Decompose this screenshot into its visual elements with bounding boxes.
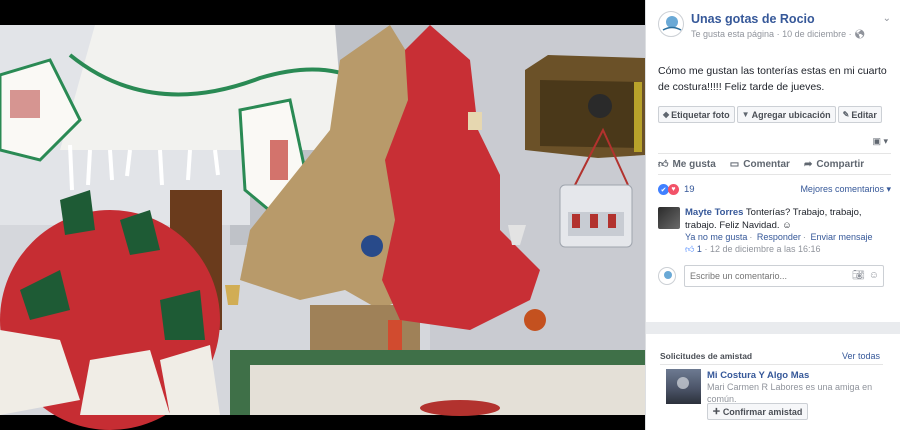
post-meta: Te gusta esta página · 10 de diciembre ·…	[691, 29, 866, 39]
post-header: Unas gotas de Rocio Te gusta esta página…	[658, 11, 893, 47]
send-message-link[interactable]: Enviar mensaje	[810, 232, 872, 242]
tag-photo-label: Etiquetar foto	[671, 109, 730, 120]
comment-links: Ya no me gusta · Responder · Enviar mensaj…	[685, 232, 873, 242]
photo-viewer: Unas gotas de Rocio Te gusta esta página…	[0, 0, 900, 430]
comment-sort-dropdown[interactable]: Mejores comentarios ▾	[800, 184, 891, 195]
reply-composer: 📷︎ ☺	[658, 265, 891, 289]
comment-body: Mayte Torres Tonterías? Trabajo, trabajo…	[685, 207, 890, 232]
comment-sort-label: Mejores comentarios	[800, 184, 884, 194]
page-mini-avatar: ▣	[872, 136, 881, 146]
comment-button[interactable]: ▭ Comentar	[730, 159, 790, 170]
caret-down-icon: ▾	[883, 136, 888, 146]
like-button[interactable]: 👍︎ Me gusta	[658, 158, 716, 171]
section-divider	[646, 322, 900, 334]
composer-icons: 📷︎ ☺	[852, 270, 879, 281]
composer-avatar	[658, 267, 676, 285]
tag-icon: ◆	[663, 110, 670, 119]
comment-timestamp[interactable]: 12 de diciembre a las 16:16	[710, 244, 821, 254]
confirm-friend-button[interactable]: ➕︎ Confirmar amistad	[707, 403, 809, 420]
reaction-count[interactable]: 19	[684, 184, 695, 195]
see-all-link[interactable]: Ver todas	[842, 351, 880, 361]
camera-icon[interactable]: 📷︎	[852, 270, 865, 281]
share-icon: ➦	[803, 158, 813, 170]
smile-icon: ☺	[782, 219, 792, 231]
christmas-decorations-image	[0, 0, 645, 430]
comment-like-icon: 👍︎	[685, 244, 695, 254]
post-sidebar: Unas gotas de Rocio Te gusta esta página…	[645, 0, 900, 430]
post-text: Cómo me gustan las tonterías estas en mi…	[658, 65, 887, 93]
comment-author[interactable]: Mayte Torres	[685, 207, 743, 218]
add-location-button[interactable]: ▼ Agregar ubicación	[736, 106, 836, 123]
share-button[interactable]: ➦ Compartir	[804, 159, 864, 170]
post-date[interactable]: 10 de diciembre	[782, 29, 846, 39]
edit-label: Editar	[851, 109, 877, 120]
page-avatar[interactable]	[658, 11, 684, 37]
comment-icon: ▭	[729, 158, 740, 170]
add-friend-icon: ➕︎	[713, 406, 720, 416]
chevron-down-icon[interactable]: ⌄	[883, 13, 891, 24]
comment-label: Comentar	[743, 158, 790, 170]
liked-label: Te gusta esta página	[691, 29, 775, 39]
post-as-selector[interactable]: ▣ ▾	[872, 136, 888, 147]
comment-meta: 👍︎ 1 · 12 de diciembre a las 16:16	[685, 244, 821, 254]
post-actions: 👍︎ Me gusta ▭ Comentar ➦ Compartir	[658, 153, 891, 175]
share-label: Compartir	[816, 158, 865, 170]
location-icon: ▼	[741, 110, 750, 119]
comment-like-count[interactable]: 1	[697, 244, 702, 254]
friend-request-name[interactable]: Mi Costura Y Algo Mas	[707, 370, 809, 381]
page-name[interactable]: Unas gotas de Rocio	[691, 12, 815, 26]
emoji-icon[interactable]: ☺	[869, 270, 879, 281]
like-label: Me gusta	[672, 158, 716, 170]
mutual-friend-text: Mari Carmen R Labores es una amiga en co…	[707, 382, 873, 404]
tag-photo-button[interactable]: ◆ Etiquetar foto	[658, 106, 735, 123]
photo-tag-toolbar: ◆ Etiquetar foto ▼ Agregar ubicación ✎ Edit…	[658, 106, 884, 123]
pencil-icon: ✎	[842, 110, 850, 119]
friend-requests-title: Solicitudes de amistad	[660, 351, 753, 361]
confirm-friend-label: Confirmar amistad	[722, 406, 803, 417]
unlike-link[interactable]: Ya no me gusta	[685, 232, 747, 242]
edit-button[interactable]: ✎ Editar	[837, 106, 882, 123]
commenter-avatar[interactable]	[658, 207, 680, 229]
reply-link[interactable]: Responder	[757, 232, 801, 242]
like-icon: 👍︎	[658, 159, 669, 170]
add-location-label: Agregar ubicación	[751, 109, 831, 120]
friend-requests-separator	[660, 364, 883, 365]
globe-icon[interactable]: 🌎︎	[854, 29, 865, 39]
love-reaction-icon: ♥	[668, 184, 679, 195]
reactions-summary[interactable]: ✔ ♥ 19 Mejores comentarios ▾	[658, 184, 891, 198]
friend-request-avatar[interactable]	[666, 369, 701, 404]
post-photo[interactable]	[0, 0, 645, 430]
